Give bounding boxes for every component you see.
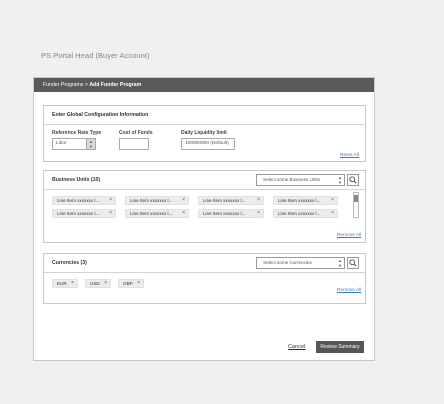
currencies-select-placeholder: Select some Currencies xyxy=(263,260,312,265)
business-unit-chip: Line Item xxxxxxx l... × xyxy=(52,196,116,205)
business-unit-chip: Line Item xxxxxxx l... × xyxy=(198,196,264,205)
currencies-title: Currencies (3) xyxy=(52,260,87,266)
global-config-title: Enter Global Configuration Information xyxy=(52,112,149,118)
select-arrows-icon: ▲ ▼ xyxy=(338,175,342,185)
global-config-header: Enter Global Configuration Information xyxy=(44,106,365,125)
select-arrows-icon: ▲ ▼ xyxy=(338,258,342,268)
reset-all-link[interactable]: Reset All xyxy=(340,153,359,158)
chip-label: Line Item xxxxxxx l... xyxy=(57,198,100,203)
chip-remove-icon[interactable]: × xyxy=(182,197,185,204)
currencies-search-button[interactable] xyxy=(347,257,359,269)
chip-label: Line Item xxxxxxx l... xyxy=(278,211,321,216)
chip-remove-icon[interactable]: × xyxy=(331,197,334,204)
chip-label: Line Item xxxxxxx l... xyxy=(130,211,173,216)
breadcrumb-current: Add Funder Program xyxy=(89,82,142,88)
chip-label: Line Item xxxxxxx l... xyxy=(203,211,246,216)
business-units-select-placeholder: Select some Business Units xyxy=(263,177,320,182)
review-summary-button[interactable]: Review Summary xyxy=(316,341,364,353)
currencies-select[interactable]: Select some Currencies ▲ ▼ xyxy=(256,257,345,269)
currencies-header: Currencies (3) Select some Currencies ▲ ▼ xyxy=(44,254,365,273)
chip-remove-icon[interactable]: × xyxy=(109,197,112,204)
business-units-header: Business Units (10) Select some Business… xyxy=(44,171,365,190)
business-unit-chip: Line Item xxxxxxx l... × xyxy=(125,209,189,218)
rate-type-select[interactable]: Libor ▲ ▼ xyxy=(52,138,96,150)
business-units-scrollbar[interactable] xyxy=(353,192,359,218)
currency-chip: GBP × xyxy=(118,279,144,288)
chip-label: Line Item xxxxxxx l... xyxy=(130,198,173,203)
liquidity-limit-label: Daily Liquidity limit xyxy=(181,130,227,136)
search-icon xyxy=(349,259,357,267)
chip-remove-icon[interactable]: × xyxy=(182,210,185,217)
business-units-title: Business Units (10) xyxy=(52,177,101,183)
cancel-link[interactable]: Cancel xyxy=(288,344,305,350)
add-funder-program-panel: Funder Programs > Add Funder Program Ent… xyxy=(33,77,375,361)
chip-remove-icon[interactable]: × xyxy=(104,280,107,287)
cost-of-funds-label: Cost of Funds xyxy=(119,130,153,136)
search-icon xyxy=(349,176,357,184)
currency-chip: USD × xyxy=(85,279,111,288)
rate-type-value: Libor xyxy=(56,141,67,146)
page-title: PS Portal Head (Buyer Account) xyxy=(41,51,150,60)
liquidity-limit-input[interactable]: 100000000 (Default) xyxy=(181,138,235,150)
currencies-remove-all-link[interactable]: Remove All xyxy=(337,288,361,293)
currency-chip: EUR × xyxy=(52,279,78,288)
business-units-card: Business Units (10) Select some Business… xyxy=(43,170,366,243)
business-unit-chip: Line Item xxxxxxx l... × xyxy=(198,209,264,218)
breadcrumb-separator: > xyxy=(84,82,88,88)
global-config-card: Enter Global Configuration Information R… xyxy=(43,105,366,162)
chip-remove-icon[interactable]: × xyxy=(137,280,140,287)
select-arrows-icon: ▲ ▼ xyxy=(86,139,95,149)
business-units-remove-all-link[interactable]: Remove All xyxy=(337,233,361,238)
scrollbar-thumb[interactable] xyxy=(354,195,358,202)
chip-label: GBP xyxy=(123,281,133,286)
business-units-search-button[interactable] xyxy=(347,174,359,186)
chip-label: USD xyxy=(90,281,100,286)
chip-label: Line Item xxxxxxx l... xyxy=(278,198,321,203)
breadcrumb-parent[interactable]: Funder Programs xyxy=(43,82,83,88)
chip-remove-icon[interactable]: × xyxy=(257,197,260,204)
chip-label: Line Item xxxxxxx l... xyxy=(203,198,246,203)
business-unit-chip: Line Item xxxxxxx l... × xyxy=(273,209,338,218)
business-units-select[interactable]: Select some Business Units ▲ ▼ xyxy=(256,174,345,186)
business-unit-chip: Line Item xxxxxxx l... × xyxy=(52,209,116,218)
chip-remove-icon[interactable]: × xyxy=(71,280,74,287)
breadcrumb: Funder Programs > Add Funder Program xyxy=(34,78,374,92)
business-unit-chip: Line Item xxxxxxx l... × xyxy=(273,196,338,205)
business-unit-chip: Line Item xxxxxxx l... × xyxy=(125,196,189,205)
chip-label: Line Item xxxxxxx l... xyxy=(57,211,100,216)
chip-remove-icon[interactable]: × xyxy=(331,210,334,217)
rate-type-label: Reference Rate Type xyxy=(52,130,102,136)
chip-remove-icon[interactable]: × xyxy=(257,210,260,217)
chip-remove-icon[interactable]: × xyxy=(109,210,112,217)
cost-of-funds-input[interactable] xyxy=(119,138,149,150)
currencies-card: Currencies (3) Select some Currencies ▲ ▼… xyxy=(43,253,366,304)
chip-label: EUR xyxy=(57,281,67,286)
